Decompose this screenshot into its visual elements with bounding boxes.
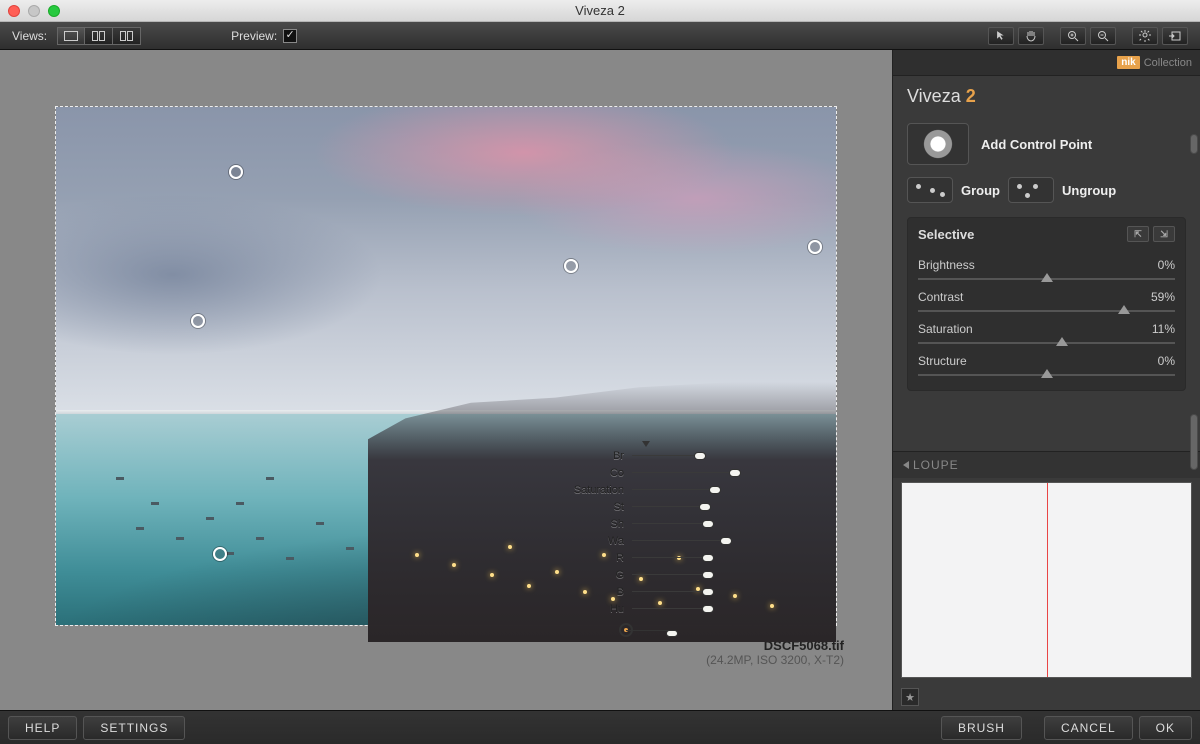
cp-slider-r[interactable]: R: [566, 549, 766, 566]
brand-bar: nik Collection: [893, 50, 1200, 76]
active-control-point[interactable]: BrCoSaturationStShWaRGBHu: [566, 447, 766, 617]
control-point[interactable]: [229, 165, 243, 179]
loupe-preview[interactable]: [901, 482, 1192, 678]
bottom-bar: HELP SETTINGS BRUSH CANCEL OK: [0, 710, 1200, 744]
control-point[interactable]: [191, 314, 205, 328]
settings-button[interactable]: SETTINGS: [83, 716, 185, 740]
cp-slider-hu[interactable]: Hu: [566, 600, 766, 617]
cp-slider-co[interactable]: Co: [566, 464, 766, 481]
disclosure-icon: [903, 461, 909, 469]
nik-logo: nik: [1117, 56, 1139, 69]
image-meta-label: (24.2MP, ISO 3200, X-T2): [706, 653, 844, 667]
ok-button[interactable]: OK: [1139, 716, 1192, 740]
cp-slider-wa[interactable]: Wa: [566, 532, 766, 549]
zoom-out-icon[interactable]: [1090, 27, 1116, 45]
control-point[interactable]: [564, 259, 578, 273]
window-titlebar: Viveza 2: [0, 0, 1200, 22]
favorite-button[interactable]: ★: [901, 688, 919, 706]
group-icon: [907, 177, 953, 203]
loupe-header[interactable]: LOUPE: [893, 451, 1200, 478]
collection-label: Collection: [1144, 57, 1192, 69]
cancel-button[interactable]: CANCEL: [1044, 716, 1133, 740]
collapse-icon[interactable]: ⇲: [1153, 226, 1175, 242]
toolbar: Views: Preview: ✓: [0, 22, 1200, 50]
image-preview[interactable]: BrCoSaturationStShWaRGBHu: [55, 106, 837, 626]
export-tool-icon[interactable]: [1162, 27, 1188, 45]
cp-slider-g[interactable]: G: [566, 566, 766, 583]
cp-slider-st[interactable]: St: [566, 498, 766, 515]
add-control-point-button[interactable]: Add Control Point: [907, 123, 1186, 165]
slider-brightness[interactable]: Brightness0%: [918, 258, 1175, 280]
control-point-size-handle[interactable]: [666, 630, 678, 637]
light-tool-icon[interactable]: [1132, 27, 1158, 45]
view-mode-group: [57, 27, 141, 45]
view-split-button[interactable]: [85, 27, 113, 45]
control-point[interactable]: [808, 240, 822, 254]
window-title: Viveza 2: [0, 3, 1200, 18]
control-point-icon: [907, 123, 969, 165]
sliders-group: Brightness0% Contrast59% Saturation11% Stru…: [908, 250, 1185, 390]
expand-icon[interactable]: ⇱: [1127, 226, 1149, 242]
view-single-button[interactable]: [57, 27, 85, 45]
group-button[interactable]: Group: [907, 177, 1000, 203]
select-tool-icon[interactable]: [988, 27, 1014, 45]
cp-slider-b[interactable]: B: [566, 583, 766, 600]
selective-label: Selective: [918, 227, 974, 242]
zoom-in-icon[interactable]: [1060, 27, 1086, 45]
view-side-button[interactable]: [113, 27, 141, 45]
views-label: Views:: [12, 29, 47, 43]
brush-button[interactable]: BRUSH: [941, 716, 1022, 740]
ungroup-button[interactable]: Ungroup: [1008, 177, 1116, 203]
panel-scrollbar[interactable]: [1190, 134, 1198, 154]
slider-structure[interactable]: Structure0%: [918, 354, 1175, 376]
pan-tool-icon[interactable]: [1018, 27, 1044, 45]
slider-saturation[interactable]: Saturation11%: [918, 322, 1175, 344]
panel-title: Viveza 2: [893, 76, 1200, 117]
loupe-divider: [1047, 483, 1048, 677]
slider-contrast[interactable]: Contrast59%: [918, 290, 1175, 312]
cp-slider-br[interactable]: Br: [566, 447, 766, 464]
cp-slider-saturation[interactable]: Saturation: [566, 481, 766, 498]
image-caption: DSCF5068.tif (24.2MP, ISO 3200, X-T2): [706, 638, 844, 667]
help-button[interactable]: HELP: [8, 716, 77, 740]
preview-checkbox[interactable]: ✓: [283, 29, 297, 43]
panel-scrollbar[interactable]: [1190, 414, 1198, 470]
selective-section: Selective ⇱ ⇲ Brightness0% Contrast59% Sat…: [907, 217, 1186, 391]
ungroup-icon: [1008, 177, 1054, 203]
cp-slider-sh[interactable]: Sh: [566, 515, 766, 532]
side-panel: nik Collection Viveza 2 Add Control Poin…: [892, 50, 1200, 710]
canvas-area[interactable]: BrCoSaturationStShWaRGBHu DSCF5068.tif (…: [0, 50, 892, 710]
preview-label: Preview:: [231, 29, 277, 43]
control-point[interactable]: [213, 547, 227, 561]
